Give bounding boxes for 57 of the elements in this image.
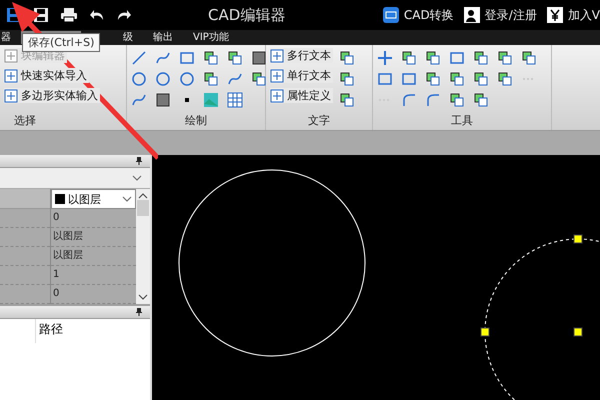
- tooltip: 保存(Ctrl+S): [22, 33, 100, 52]
- fillet-icon[interactable]: [401, 92, 417, 108]
- user-icon[interactable]: [464, 7, 480, 23]
- ribbon-command[interactable]: 快速实体导入: [4, 68, 89, 83]
- command-icon: [270, 48, 284, 62]
- box-icon[interactable]: [377, 71, 393, 87]
- window-title: CAD编辑器: [208, 6, 286, 24]
- circle-icon[interactable]: [131, 71, 147, 87]
- group-label: 选择: [13, 113, 37, 129]
- ribbon-tab[interactable]: 输出: [143, 30, 183, 45]
- select-icon[interactable]: [449, 50, 465, 66]
- command-icon: [4, 88, 18, 102]
- rectangle-icon[interactable]: [179, 50, 195, 66]
- header-link[interactable]: 登录/注册: [484, 6, 537, 24]
- ribbon-command[interactable]: 属性定义: [270, 88, 333, 103]
- spline-icon[interactable]: [155, 50, 171, 66]
- line-icon[interactable]: [131, 50, 147, 66]
- chevron-down-icon: [132, 174, 142, 182]
- fillet-icon[interactable]: [425, 92, 441, 108]
- chevron-up-icon[interactable]: [138, 192, 148, 200]
- curve-icon[interactable]: [131, 92, 147, 108]
- group-label: 绘制: [184, 113, 208, 129]
- move-icon[interactable]: [377, 50, 393, 66]
- dropdown-value: 以图层: [68, 192, 102, 206]
- hatch-icon[interactable]: [251, 50, 267, 66]
- scroll-thumb[interactable]: [137, 200, 149, 216]
- grip-handle[interactable]: [480, 328, 490, 336]
- ribbon-command[interactable]: 多行文本: [270, 48, 333, 63]
- command-icon: [270, 88, 284, 102]
- ribbon-tab[interactable]: 级: [113, 30, 143, 45]
- ribbon-tab[interactable]: 器: [0, 30, 21, 45]
- hatch-icon[interactable]: [155, 92, 171, 108]
- group-label: 工具: [450, 113, 474, 129]
- grip-handle[interactable]: [574, 234, 582, 244]
- yen-icon[interactable]: [546, 7, 563, 23]
- header-link[interactable]: CAD转换: [404, 6, 454, 24]
- chevron-down-icon[interactable]: [138, 293, 148, 301]
- color-swatch: [55, 194, 65, 204]
- pin-icon[interactable]: [134, 307, 144, 317]
- cad-badge-icon[interactable]: [382, 7, 399, 23]
- printer-icon[interactable]: [60, 7, 78, 23]
- ribbon-command[interactable]: 单行文本: [270, 68, 333, 83]
- command-icon: [4, 68, 18, 82]
- command-icon: [270, 68, 284, 82]
- column-header: 路径: [38, 321, 63, 338]
- header-link[interactable]: 加入V: [568, 6, 600, 24]
- group-label: 文字: [307, 113, 331, 129]
- scrollbar[interactable]: [136, 189, 150, 304]
- box-icon[interactable]: [401, 71, 417, 87]
- chevron-down-icon: [122, 195, 132, 203]
- command-icon: [4, 48, 18, 62]
- grip-handle[interactable]: [574, 328, 582, 336]
- color-dropdown[interactable]: 以图层: [51, 189, 136, 209]
- ribbon-command[interactable]: 多边形实体输入: [4, 88, 100, 103]
- pin-icon[interactable]: [134, 156, 144, 166]
- ribbon-tab[interactable]: VIP功能: [183, 30, 239, 45]
- table-icon[interactable]: [227, 92, 243, 108]
